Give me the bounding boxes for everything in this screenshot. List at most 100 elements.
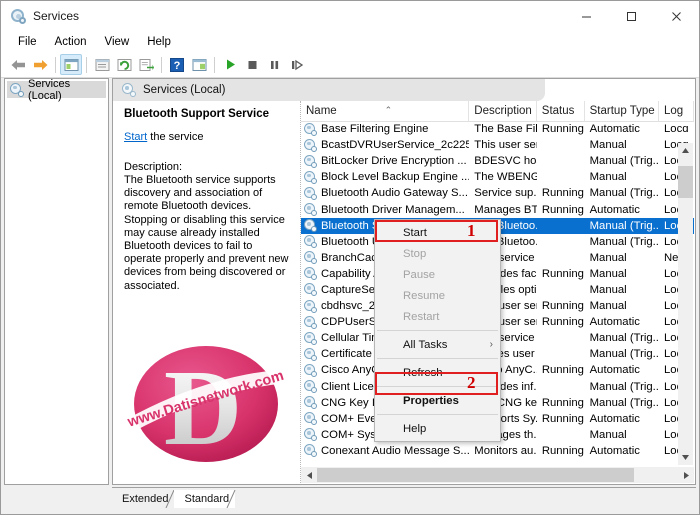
horizontal-scrollbar[interactable] <box>301 467 694 483</box>
show-hide-tree-icon[interactable] <box>60 54 82 75</box>
maximize-button[interactable] <box>609 1 654 31</box>
cell-status: Running <box>541 444 584 457</box>
pause-service-icon[interactable] <box>263 54 285 75</box>
cell-status: Running <box>541 203 584 216</box>
table-row[interactable]: BitLocker Drive Encryption ... BDESVC hos… <box>301 153 694 169</box>
service-gear-icon <box>304 331 317 345</box>
column-header-log[interactable]: Log <box>659 101 694 121</box>
start-service-icon[interactable] <box>219 54 241 75</box>
vertical-scrollbar[interactable] <box>678 143 693 465</box>
stop-service-icon[interactable] <box>241 54 263 75</box>
context-menu-item-label: All Tasks <box>403 338 448 351</box>
title-bar: Services <box>1 1 699 31</box>
column-header-label: Log <box>663 105 684 117</box>
service-gear-icon <box>304 444 317 458</box>
service-gear-icon <box>304 186 317 200</box>
table-row[interactable]: Bluetooth Driver Managem... Manages BT...… <box>301 201 694 217</box>
context-menu-item-label: Refresh <box>403 366 443 379</box>
cell-status: Running <box>541 187 584 200</box>
table-row[interactable]: Conexant Audio Message S... Monitors au..… <box>301 443 694 459</box>
cell-description: Monitors au... <box>474 444 537 457</box>
menu-help[interactable]: Help <box>138 34 180 50</box>
minimize-button[interactable] <box>564 1 609 31</box>
cell-startup: Manual <box>589 251 627 264</box>
context-menu: Start Stop Pause Resume Restart All Tasks › Ref… <box>374 219 501 442</box>
service-name-label: Base Filtering Engine <box>321 123 429 136</box>
column-header-description[interactable]: Description <box>469 101 537 121</box>
forward-icon[interactable] <box>29 54 51 75</box>
tab-label: Standard <box>184 493 230 505</box>
tab-divider <box>226 489 236 509</box>
cell-startup: Automatic <box>589 123 640 136</box>
table-row[interactable]: Base Filtering Engine The Base Fil... Runn… <box>301 121 694 137</box>
menu-view[interactable]: View <box>96 34 139 50</box>
content-header: Services (Local) <box>113 79 695 101</box>
cell-startup: Manual (Trig... <box>589 380 660 393</box>
cell-startup: Manual (Trig... <box>589 219 660 232</box>
service-name-label: Bluetooth Driver Managem... <box>321 203 465 216</box>
service-action-line: Start the service <box>124 131 292 143</box>
main-body: Services (Local) Services (Local) D www.… <box>2 78 698 513</box>
table-row[interactable]: Bluetooth Audio Gateway S... Service sup.… <box>301 185 694 201</box>
tab-standard[interactable]: Standard <box>174 489 236 509</box>
service-gear-icon <box>304 347 317 361</box>
properties-icon[interactable] <box>91 54 113 75</box>
console-tree-pane: Services (Local) <box>4 78 109 485</box>
show-action-pane-icon[interactable] <box>188 54 210 75</box>
cell-description: The WBENG... <box>474 171 537 184</box>
column-header-name[interactable]: Name ⌃ <box>301 101 470 121</box>
cell-startup: Manual (Trig... <box>589 348 660 361</box>
sidebar-item-label: Services (Local) <box>28 77 71 102</box>
cell-startup: Manual <box>589 428 627 441</box>
context-menu-item-pause: Pause <box>375 264 500 285</box>
menu-separator <box>377 358 498 359</box>
restart-service-icon[interactable] <box>285 54 307 75</box>
export-list-icon[interactable] <box>135 54 157 75</box>
context-menu-item-label: Stop <box>403 247 427 260</box>
context-menu-item-all-tasks[interactable]: All Tasks › <box>375 334 500 355</box>
cell-startup: Manual (Trig... <box>589 235 660 248</box>
horizontal-scroll-track[interactable] <box>317 467 678 483</box>
context-menu-item-refresh[interactable]: Refresh <box>375 362 500 383</box>
column-header-status[interactable]: Status <box>537 101 585 121</box>
column-headers: Name ⌃ Description Status Startup Type Log <box>301 101 694 122</box>
context-menu-item-properties[interactable]: Properties <box>375 390 500 411</box>
view-tabs: Extended Standard <box>112 487 696 511</box>
service-name-label: Conexant Audio Message S... <box>321 444 470 457</box>
scroll-left-icon[interactable] <box>301 467 317 483</box>
service-gear-icon <box>304 412 317 426</box>
cell-startup: Manual (Trig... <box>589 332 660 345</box>
scroll-up-icon[interactable] <box>678 143 693 158</box>
table-row[interactable]: BcastDVRUserService_2c225 This user ser..… <box>301 137 694 153</box>
tab-label: Extended <box>122 493 169 505</box>
cell-startup: Manual <box>589 267 627 280</box>
service-name-label: BcastDVRUserService_2c225 <box>321 139 470 152</box>
help-icon[interactable]: ? <box>166 54 188 75</box>
table-row[interactable]: Block Level Backup Engine ... The WBENG..… <box>301 169 694 185</box>
context-menu-item-help[interactable]: Help <box>375 418 500 439</box>
cell-name: Bluetooth Driver Managem... <box>301 203 469 217</box>
column-header-startup-type[interactable]: Startup Type <box>585 101 659 121</box>
close-button[interactable] <box>654 1 699 31</box>
menu-action[interactable]: Action <box>46 34 96 50</box>
context-menu-item-start[interactable]: Start <box>375 222 500 243</box>
action-suffix: the service <box>147 131 204 143</box>
horizontal-scroll-thumb[interactable] <box>317 468 634 482</box>
cell-status: Running <box>541 300 584 313</box>
refresh-icon[interactable] <box>113 54 135 75</box>
scroll-down-icon[interactable] <box>678 450 693 465</box>
content-header-label: Services (Local) <box>143 84 226 96</box>
annotation-number-1: 1 <box>467 221 476 240</box>
sidebar-item-services-local[interactable]: Services (Local) <box>7 78 106 102</box>
tab-extended[interactable]: Extended <box>112 489 175 509</box>
vertical-scroll-thumb[interactable] <box>678 166 693 198</box>
start-service-link[interactable]: Start <box>124 131 147 143</box>
menu-file[interactable]: File <box>9 34 46 50</box>
service-gear-icon <box>304 380 317 394</box>
scroll-right-icon[interactable] <box>678 467 694 483</box>
services-gear-icon <box>10 8 26 24</box>
cell-status: Running <box>541 412 584 425</box>
back-icon[interactable] <box>7 54 29 75</box>
svg-text:?: ? <box>174 60 181 72</box>
service-gear-icon <box>304 363 317 377</box>
